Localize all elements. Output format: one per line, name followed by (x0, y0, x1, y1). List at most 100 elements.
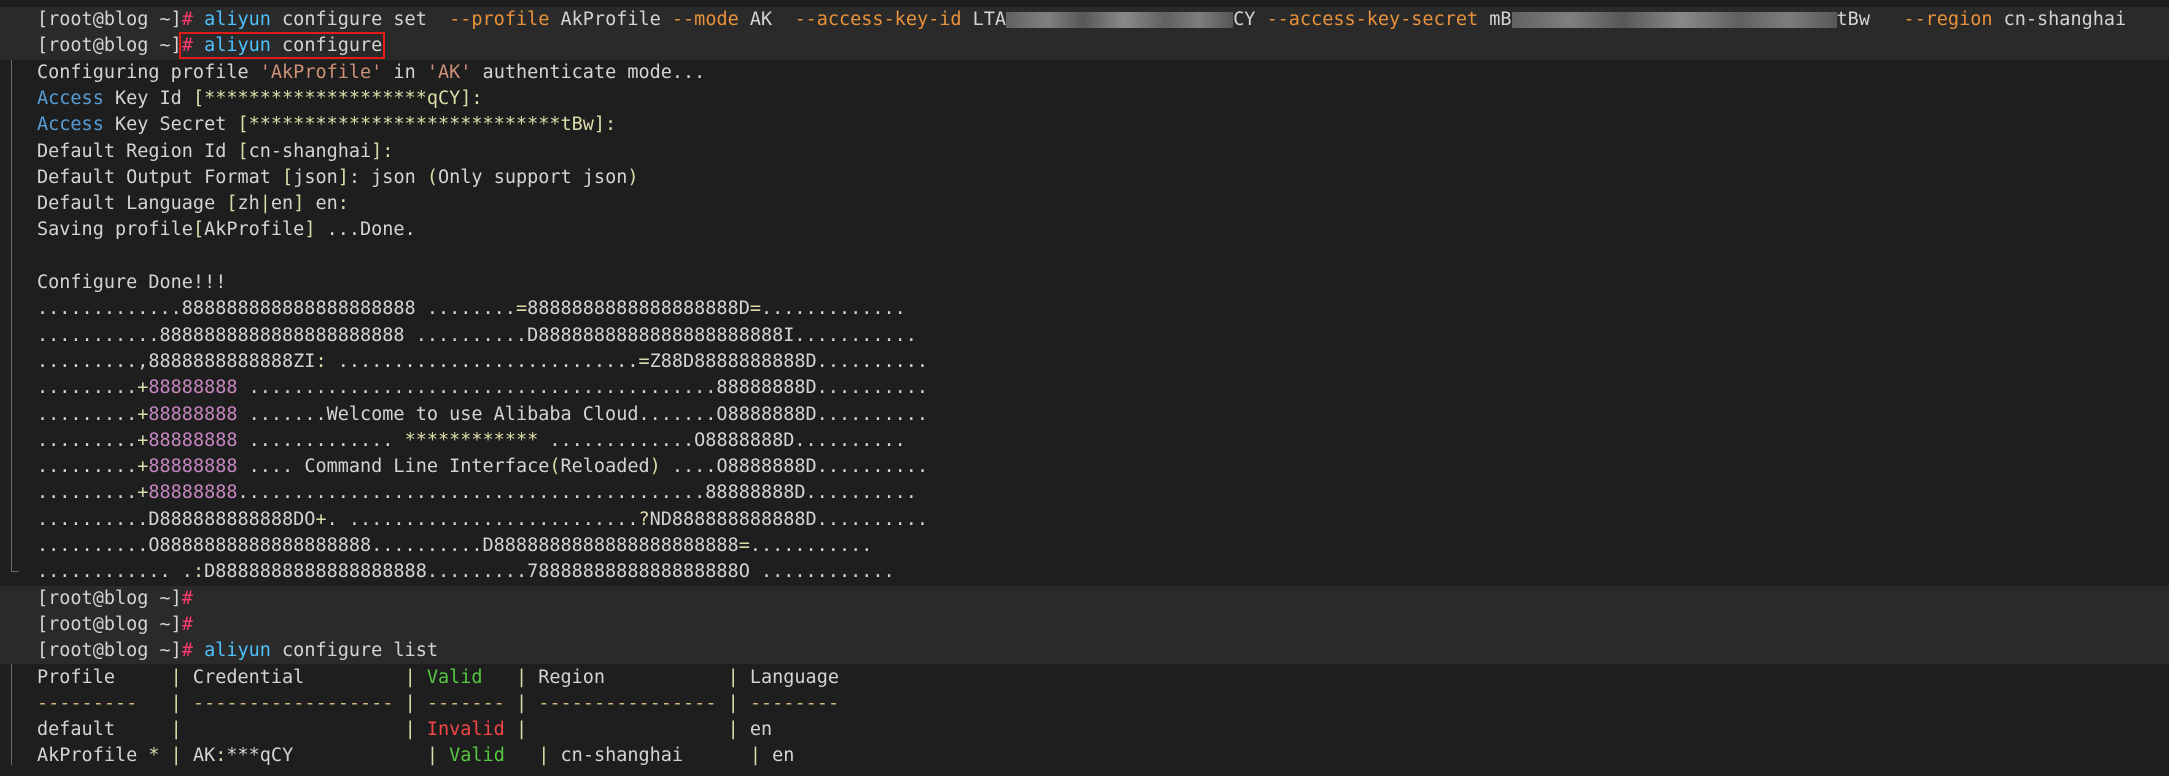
bracket: ] (460, 87, 472, 109)
output-text: Default Language (37, 193, 227, 215)
terminal-line-default-region: Default Region Id [cn-shanghai]: (0, 139, 2169, 165)
command-args: configure list (270, 640, 438, 662)
output-text: Only support json (438, 166, 628, 188)
access-keyword: Access (37, 87, 104, 109)
paren: ( (426, 166, 438, 188)
language-option: en (270, 193, 294, 215)
banner-text: ND888888888888D.......... (649, 508, 929, 530)
column-separator: | (404, 692, 416, 714)
bracket: ] (293, 193, 305, 215)
region-value: cn-shanghai (1992, 9, 2127, 30)
terminal-line-access-key-id: Access Key Id [********************qCY]: (0, 86, 2169, 112)
ascii-banner-line: ...........8888888888888888888888 ......… (0, 323, 2169, 349)
banner-symbol: = (515, 298, 528, 320)
divider-dashes: ---------------- (538, 692, 717, 714)
terminal-line-cutoff (0, 770, 2169, 776)
terminal-line-empty-prompt: [root@blog ~]# (0, 611, 2169, 639)
shell-prompt: [root@blog ~] (37, 613, 182, 635)
paren: ( (549, 456, 561, 478)
banner-text: Z88D8888888888D.......... (649, 350, 929, 372)
banner-symbol: + (137, 403, 149, 425)
cell-profile: default (37, 719, 171, 741)
profile-value: AkProfile (549, 9, 672, 30)
cell-valid-valid: Valid (449, 745, 505, 767)
bracket: ] (371, 140, 383, 162)
output-text: en (304, 193, 338, 215)
bracket: ] (337, 166, 349, 188)
mode-value: AK (738, 9, 795, 30)
access-key-id-prefix: LTA (961, 9, 1007, 30)
command-name: aliyun (204, 9, 271, 30)
banner-text: ........................................… (237, 377, 929, 399)
column-separator: | (404, 666, 416, 688)
banner-symbol: + (137, 482, 149, 504)
terminal-window[interactable]: [root@blog ~]# aliyun configure set --pr… (0, 0, 2169, 776)
banner-symbol: ? (638, 508, 650, 530)
quoted-mode: 'AK' (426, 61, 472, 83)
banner-logo-segment: 88888888 (148, 403, 238, 425)
ascii-banner-welcome-line: .........+88888888 .......Welcome to use… (0, 402, 2169, 428)
divider-dashes: ------------------ (192, 692, 394, 714)
prompt-hash: # (181, 587, 193, 609)
ascii-banner-line: ..........D888888888888DO+. ............… (0, 507, 2169, 533)
access-keyword: Access (37, 114, 104, 136)
banner-text: ......... (37, 403, 138, 425)
shell-prompt: [root@blog ~] (37, 640, 182, 662)
column-separator: | (404, 719, 416, 741)
bracket: [ (237, 114, 249, 136)
column-header-region: Region (527, 666, 728, 688)
banner-text: .............O8888888D.......... (538, 429, 906, 451)
prompt-hash: # (181, 613, 193, 635)
redacted-access-key-secret (1511, 12, 1837, 28)
banner-symbol: + (137, 429, 149, 451)
output-text: : json (348, 166, 427, 188)
output-text: Default Output Format (37, 166, 283, 188)
output-text: authenticate mode... (471, 61, 706, 83)
mode-flag: --mode (671, 9, 739, 30)
access-key-secret-suffix: tBw (1836, 9, 1904, 30)
shell-prompt: [root@blog ~] (37, 587, 182, 609)
pipe: | (259, 193, 271, 215)
ascii-banner-line: ............ .:D8888888888888888888.....… (0, 559, 2169, 585)
command-args: configure (270, 35, 383, 57)
banner-symbol: : (315, 350, 327, 372)
ascii-banner-cli-line: .........+88888888 .... Command Line Int… (0, 454, 2169, 480)
ascii-banner-line: .............888888888888888888888 .....… (0, 296, 2169, 322)
terminal-line-empty-prompt: [root@blog ~]# (0, 585, 2169, 612)
banner-text: ........... (749, 535, 873, 556)
banner-logo-segment: 88888888 (148, 482, 238, 504)
banner-text: ......... (37, 377, 138, 399)
banner-text: ...........8888888888888888888888 ......… (37, 324, 917, 346)
cell-credential: ***qCY (226, 745, 294, 767)
banner-text: ........................................… (237, 482, 917, 504)
shell-prompt: [root@blog ~] (37, 35, 182, 57)
terminal-line-configuring-profile: Configuring profile 'AkProfile' in 'AK' … (0, 60, 2169, 86)
cell-credential: AK (181, 745, 216, 767)
ascii-banner-line: .........+88888888 ............. *******… (0, 428, 2169, 454)
table-divider-row: --------- | ------------------ | -------… (0, 691, 2169, 717)
cell-profile: AkProfile (37, 745, 149, 767)
current-profile-marker: * (148, 745, 160, 767)
prompt-hash: # (181, 35, 193, 57)
divider-dashes: ------- (426, 692, 505, 714)
banner-text: . .......................... (326, 508, 639, 530)
column-separator: | (170, 745, 182, 767)
terminal-line-default-language: Default Language [zh|en] en: (0, 191, 2169, 217)
banner-symbol: = (638, 350, 650, 372)
redacted-access-key-id (1006, 12, 1234, 28)
bracket: [ (282, 166, 294, 188)
output-text: Default Region Id (37, 140, 238, 162)
cell-region (527, 719, 727, 740)
terminal-line-configure: [root@blog ~]# aliyun configure (0, 32, 2169, 60)
column-separator: | (426, 745, 438, 767)
ascii-banner-line: .........+88888888......................… (0, 480, 2169, 506)
